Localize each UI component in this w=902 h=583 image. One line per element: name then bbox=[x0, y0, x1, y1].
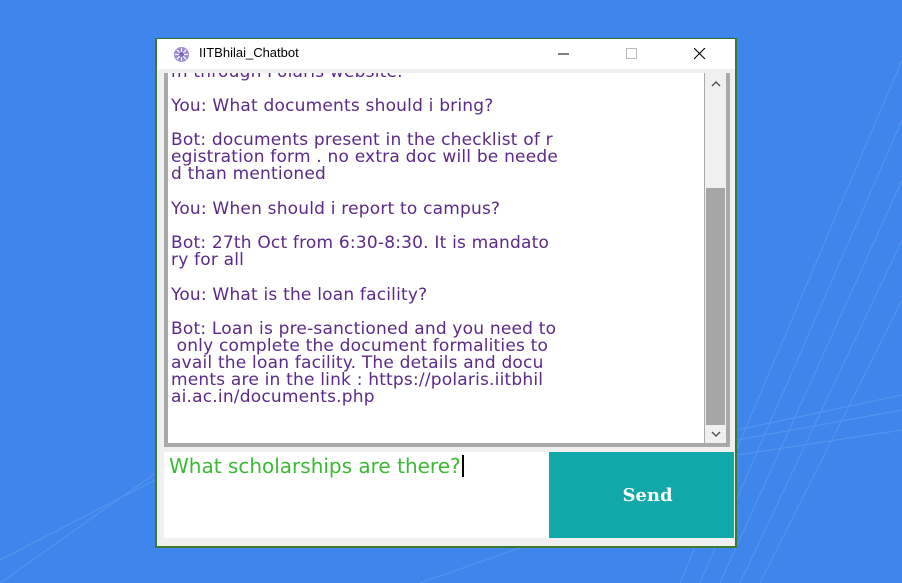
chat-line: Bot: 27th Oct from 6:30-8:30. It is mand… bbox=[171, 233, 550, 253]
chevron-down-icon bbox=[711, 431, 720, 437]
send-button[interactable]: Send bbox=[549, 452, 734, 538]
scroll-down-button[interactable] bbox=[705, 425, 726, 442]
scroll-thumb[interactable] bbox=[706, 188, 725, 425]
title-bar[interactable]: IITBhilai_Chatbot bbox=[157, 39, 735, 69]
message-input[interactable]: What scholarships are there? bbox=[164, 452, 549, 538]
window-title: IITBhilai_Chatbot bbox=[199, 45, 299, 60]
send-button-label: Send bbox=[622, 484, 673, 506]
chevron-up-icon bbox=[711, 80, 720, 86]
chat-line: m through Polaris website. bbox=[171, 73, 701, 81]
message-input-text: What scholarships are there? bbox=[169, 454, 464, 478]
maximize-icon bbox=[626, 48, 637, 59]
scroll-up-button[interactable] bbox=[705, 75, 726, 92]
chatbot-window: IITBhilai_Chatbot m through Polaris webs… bbox=[155, 38, 737, 548]
close-button[interactable] bbox=[677, 39, 723, 69]
chat-log[interactable]: m through Polaris website. You: What doc… bbox=[168, 73, 704, 443]
app-feather-icon bbox=[174, 47, 189, 62]
chat-line: You: What documents should i bring? bbox=[171, 96, 494, 116]
chat-line: d than mentioned bbox=[171, 164, 327, 184]
chat-log-frame: m through Polaris website. You: What doc… bbox=[164, 73, 730, 447]
chat-line: ai.ac.in/documents.php bbox=[171, 387, 375, 407]
message-input-value: What scholarships are there? bbox=[169, 454, 461, 478]
chat-line: You: What is the loan facility? bbox=[171, 285, 428, 305]
minimize-icon bbox=[558, 53, 569, 55]
maximize-button[interactable] bbox=[609, 39, 655, 69]
chat-line: You: When should i report to campus? bbox=[171, 199, 501, 219]
minimize-button[interactable] bbox=[541, 39, 587, 69]
chat-line: ry for all bbox=[171, 250, 245, 270]
text-caret bbox=[461, 455, 464, 477]
close-icon bbox=[694, 48, 706, 60]
vertical-scrollbar[interactable] bbox=[705, 73, 726, 443]
